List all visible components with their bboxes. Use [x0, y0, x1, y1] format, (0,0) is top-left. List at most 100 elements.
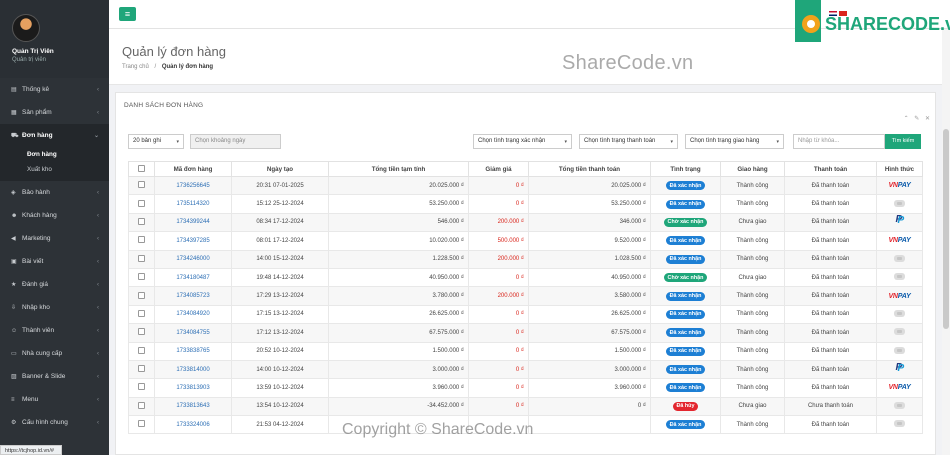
close-icon[interactable]: ✕	[925, 116, 930, 122]
order-id-link[interactable]: 1734399244	[176, 219, 209, 225]
sidebar-item-11[interactable]: ▨ Banner & Slide ‹	[0, 365, 109, 388]
table-row[interactable]: 1734085723 17:29 13-12-2024 3.780.000 ₫ 200…	[128, 286, 923, 306]
table-row[interactable]: 1734180487 19:48 14-12-2024 40.950.000 ₫ 0 …	[128, 267, 923, 288]
scrollbar-thumb[interactable]	[943, 129, 949, 329]
table-row[interactable]: 1734084755 17:12 13-12-2024 67.575.000 ₫ 0 …	[128, 323, 923, 343]
search-button[interactable]: Tìm kiếm	[885, 134, 921, 149]
total: 3.960.000 ₫	[528, 378, 651, 398]
payment-method-cell: VNPAY	[876, 231, 923, 251]
table-row[interactable]: 1733814000 14:00 10-12-2024 3.000.000 ₫ 0 ₫…	[128, 359, 923, 380]
order-id-link[interactable]: 1733324006	[176, 422, 209, 428]
table-row[interactable]: 1734084920 17:15 13-12-2024 26.625.000 ₫ 0 …	[128, 304, 923, 325]
sidebar-item-4[interactable]: ☻ Khách hàng ‹	[0, 204, 109, 227]
cash-icon	[894, 273, 905, 281]
payment-status: Đã thanh toán	[784, 249, 877, 269]
delivery-status-select[interactable]: Chọn tình trạng giao hàng ▾	[685, 134, 784, 149]
sidebar-item-5[interactable]: ◀ Marketing ‹	[0, 227, 109, 250]
table-row[interactable]: 1734246000 14:00 15-12-2024 1.228.500 ₫ 200…	[128, 249, 923, 269]
sidebar-item-label: Sản phẩm	[22, 109, 52, 116]
order-id-link[interactable]: 1734180487	[176, 275, 209, 281]
row-select-cell	[128, 378, 155, 398]
chevron-left-icon: ‹	[97, 396, 99, 403]
table-row[interactable]: 1733838765 20:52 10-12-2024 1.500.000 ₫ 0 ₫…	[128, 341, 923, 361]
row-checkbox[interactable]	[138, 199, 145, 207]
submenu-item-1[interactable]: Xuất kho	[0, 162, 109, 177]
table-row[interactable]: 1733813643 13:54 10-12-2024 -34.452.000 ₫ 0…	[128, 396, 923, 417]
row-checkbox[interactable]	[138, 420, 145, 428]
row-checkbox[interactable]	[138, 181, 145, 189]
column-header[interactable]: Ngày tạo	[231, 161, 329, 177]
discount: 0 ₫	[468, 267, 529, 288]
payment-status-select[interactable]: Chọn tình trạng thanh toán ▾	[579, 134, 678, 149]
sidebar-item-10[interactable]: ▭ Nhà cung cấp ‹	[0, 342, 109, 365]
sidebar-item-1[interactable]: ▦ Sản phẩm ‹	[0, 101, 109, 124]
row-checkbox[interactable]	[138, 291, 145, 299]
order-id-link[interactable]: 1733813643	[176, 403, 209, 409]
status-cell: Đã xác nhận	[650, 231, 721, 251]
total: 20.025.000 ₫	[528, 175, 651, 196]
user-name: Quản Trị Viên	[12, 48, 54, 55]
sidebar-item-0[interactable]: ▤ Thống kê ‹	[0, 78, 109, 101]
sidebar-item-6[interactable]: ▣ Bài viết ‹	[0, 250, 109, 273]
page-scrollbar[interactable]	[942, 29, 950, 455]
row-checkbox[interactable]	[138, 273, 145, 281]
column-header[interactable]: Tổng tiền thanh toán	[528, 161, 651, 177]
breadcrumb-home[interactable]: Trang chủ	[122, 64, 149, 70]
confirm-status-select[interactable]: Chọn tình trạng xác nhận ▾	[473, 134, 572, 149]
order-id-link[interactable]: 1735114320	[177, 201, 210, 207]
sidebar-item-2[interactable]: ⛟ Đơn hàng ⌄	[0, 124, 109, 147]
column-header[interactable]: Thanh toán	[784, 161, 877, 177]
row-checkbox[interactable]	[138, 328, 145, 336]
table-body: 1736256645 20:31 07-01-2025 20.025.000 ₫ 0 …	[128, 175, 923, 435]
order-id-link[interactable]: 1734085723	[176, 293, 209, 299]
row-checkbox[interactable]	[138, 309, 145, 317]
order-id-link[interactable]: 1736256645	[176, 183, 209, 189]
subtotal: 1.500.000 ₫	[328, 341, 469, 361]
status-badge: Đã xác nhận	[665, 383, 706, 393]
menu-toggle-button[interactable]: ≡	[119, 7, 136, 21]
column-header[interactable]: Hình thức	[876, 161, 923, 177]
sidebar-item-3[interactable]: ◈ Bảo hành ‹	[0, 181, 109, 204]
table-row[interactable]: 1736256645 20:31 07-01-2025 20.025.000 ₫ 0 …	[128, 175, 923, 196]
order-id-link[interactable]: 1733813903	[176, 385, 209, 391]
avatar[interactable]	[12, 14, 40, 42]
keyword-search-input[interactable]: Nhập từ khóa...	[793, 134, 885, 149]
sidebar-item-7[interactable]: ★ Đánh giá ‹	[0, 273, 109, 296]
status-badge: Đã xác nhận	[665, 199, 706, 209]
row-checkbox[interactable]	[138, 365, 145, 373]
row-select-cell	[128, 396, 155, 417]
collapse-icon[interactable]: ⌃	[904, 116, 909, 122]
select-all-checkbox[interactable]	[138, 164, 145, 172]
sidebar-item-12[interactable]: ≡ Menu ‹	[0, 388, 109, 411]
edit-icon[interactable]: ✎	[914, 116, 919, 122]
column-header[interactable]: Tình trạng	[650, 161, 721, 177]
row-checkbox[interactable]	[138, 383, 145, 391]
table-row[interactable]: 1735114320 15:12 25-12-2024 53.250.000 ₫ 0 …	[128, 194, 923, 214]
column-header[interactable]: Giảm giá	[468, 161, 529, 177]
row-checkbox[interactable]	[138, 236, 145, 244]
row-checkbox[interactable]	[138, 401, 145, 409]
order-id-link[interactable]: 1733838765	[176, 348, 209, 354]
order-id-link[interactable]: 1734397285	[176, 238, 209, 244]
order-id-link[interactable]: 1733814000	[176, 367, 209, 373]
column-header[interactable]: Giao hàng	[720, 161, 785, 177]
table-row[interactable]: 1734399244 08:34 17-12-2024 546.000 ₫ 200.0…	[128, 212, 923, 233]
sidebar-item-9[interactable]: ☺ Thành viên ‹	[0, 319, 109, 342]
row-checkbox[interactable]	[138, 346, 145, 354]
table-row[interactable]: 1733813903 13:59 10-12-2024 3.960.000 ₫ 0 ₫…	[128, 378, 923, 398]
submenu-item-0[interactable]: Đơn hàng	[0, 147, 109, 162]
row-checkbox[interactable]	[138, 217, 145, 225]
order-id-link[interactable]: 1734246000	[176, 256, 209, 262]
per-page-select[interactable]: 20 bản ghi ▾	[128, 134, 184, 149]
column-header[interactable]: Tổng tiền tạm tính	[328, 161, 469, 177]
sidebar-item-8[interactable]: ⇩ Nhập kho ‹	[0, 296, 109, 319]
sidebar-item-13[interactable]: ⚙ Cấu hình chung ‹	[0, 411, 109, 434]
order-id-link[interactable]: 1734084755	[176, 330, 209, 336]
order-id-cell: 1734246000	[154, 249, 232, 269]
row-checkbox[interactable]	[138, 254, 145, 262]
order-id-link[interactable]: 1734084920	[176, 311, 209, 317]
column-header[interactable]: Mã đơn hàng	[154, 161, 232, 177]
date-range-input[interactable]: Chọn khoảng ngày	[190, 134, 281, 149]
table-row[interactable]: 1734397285 08:01 17-12-2024 10.020.000 ₫ 50…	[128, 231, 923, 251]
delivery-status-value: Chọn tình trạng giao hàng	[690, 138, 760, 144]
